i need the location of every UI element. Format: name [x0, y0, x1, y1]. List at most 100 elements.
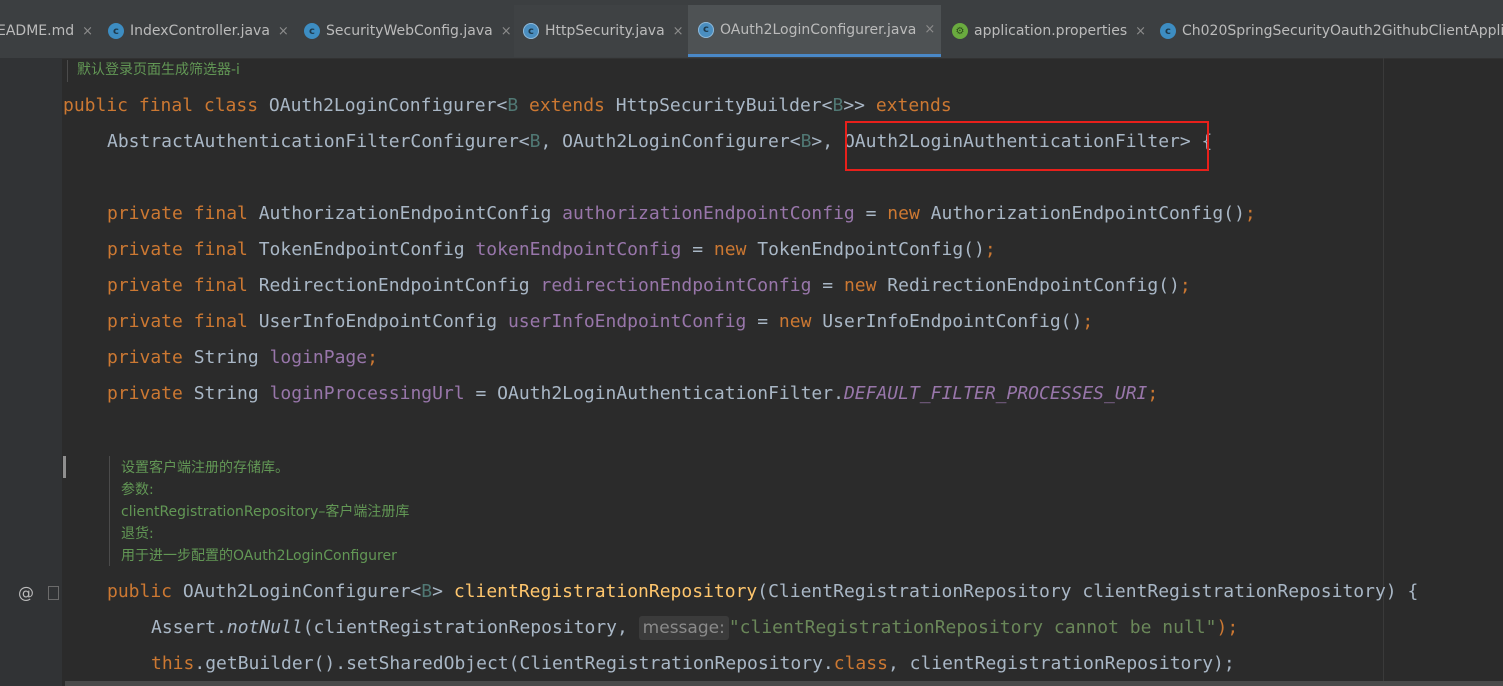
field-name: loginPage: [269, 347, 368, 368]
doc-line: 退货:: [121, 526, 154, 542]
type-name: AuthorizationEndpointConfig: [258, 203, 563, 224]
doc-line: 设置客户端注册的存储库。: [121, 460, 289, 476]
punct: >>: [843, 95, 876, 116]
java-class-icon: c: [108, 23, 124, 39]
type-name: , OAuth2LoginConfigurer<: [540, 131, 801, 152]
code-line-class-decl[interactable]: public final class OAuth2LoginConfigurer…: [63, 94, 952, 118]
method-name: clientRegistrationRepository: [453, 581, 758, 602]
tab-application-properties[interactable]: ⚙ application.properties ×: [952, 5, 1152, 57]
keyword: public final class: [63, 95, 269, 116]
punct: =: [746, 311, 779, 332]
keyword: new: [778, 311, 823, 332]
type-name: String: [193, 383, 270, 404]
code-line-field[interactable]: private String loginProcessingUrl = OAut…: [107, 382, 1158, 406]
code-line-statement[interactable]: this.getBuilder().setSharedObject(Client…: [151, 652, 1235, 676]
fold-toggle-icon[interactable]: [48, 586, 59, 600]
punct: );: [1216, 617, 1239, 638]
tab-http-security[interactable]: c HttpSecurity.java ×: [514, 5, 688, 57]
code-line-field[interactable]: private final AuthorizationEndpointConfi…: [107, 202, 1256, 226]
doc-comment-bar: [109, 456, 110, 566]
field-name: userInfoEndpointConfig: [507, 311, 747, 332]
expression: UserInfoEndpointConfig(): [822, 311, 1083, 332]
close-icon[interactable]: ×: [278, 24, 289, 39]
expression: RedirectionEndpointConfig(): [887, 275, 1180, 296]
tab-label: OAuth2LoginConfigurer.java: [720, 21, 917, 38]
java-class-icon: c: [304, 23, 320, 39]
doc-line: 用于进一步配置的OAuth2LoginConfigurer: [121, 548, 397, 564]
code-line-field[interactable]: private final RedirectionEndpointConfig …: [107, 274, 1191, 298]
code-line-field[interactable]: private final TokenEndpointConfig tokenE…: [107, 238, 996, 262]
type-name: String: [193, 347, 270, 368]
java-library-class-icon: c: [523, 23, 539, 39]
editor-tab-bar: EADME.md × c IndexController.java × c Se…: [0, 0, 1503, 59]
expression: , clientRegistrationRepository);: [887, 653, 1235, 674]
code-line-statement[interactable]: Assert.notNull(clientRegistrationReposit…: [151, 616, 1238, 640]
type-param: B: [832, 95, 844, 116]
keyword: private: [107, 347, 194, 368]
tab-readme[interactable]: EADME.md ×: [0, 5, 93, 57]
spring-properties-icon: ⚙: [952, 23, 968, 39]
type-name: OAuth2LoginConfigurer<: [182, 581, 422, 602]
tab-label: HttpSecurity.java: [545, 23, 665, 39]
keyword: private final: [107, 203, 259, 224]
spring-boot-app-icon: c: [1160, 23, 1176, 39]
expression: Assert.: [151, 617, 227, 638]
expression: OAuth2LoginAuthenticationFilter.: [497, 383, 844, 404]
type-param: B: [800, 131, 812, 152]
field-name: loginProcessingUrl: [269, 383, 465, 404]
tab-label: application.properties: [974, 23, 1128, 39]
tab-label: Ch020SpringSecurityOauth2GithubClientApp…: [1182, 23, 1503, 39]
semicolon: ;: [1179, 275, 1191, 296]
semicolon: ;: [1147, 383, 1159, 404]
tab-index-controller[interactable]: c IndexController.java ×: [108, 5, 298, 57]
expression: (clientRegistrationRepository,: [302, 617, 639, 638]
close-icon[interactable]: ×: [501, 24, 512, 39]
semicolon: ;: [1082, 311, 1094, 332]
code-line-field[interactable]: private String loginPage;: [107, 346, 378, 370]
code-line-field[interactable]: private final UserInfoEndpointConfig use…: [107, 310, 1093, 334]
text-cursor-marker: [63, 456, 66, 478]
close-icon[interactable]: ×: [82, 24, 93, 39]
field-name: redirectionEndpointConfig: [540, 275, 812, 296]
horizontal-scrollbar[interactable]: [65, 681, 1503, 686]
close-icon[interactable]: ×: [673, 24, 684, 39]
keyword: new: [887, 203, 931, 224]
highlight-box: [845, 121, 1209, 171]
tab-oauth2-login-configurer[interactable]: c OAuth2LoginConfigurer.java ×: [688, 5, 941, 57]
doc-line: clientRegistrationRepository–客户端注册库: [121, 504, 410, 520]
keyword: private final: [107, 275, 259, 296]
expression: .getBuilder().setSharedObject(ClientRegi…: [194, 653, 834, 674]
semicolon: ;: [984, 239, 996, 260]
close-icon[interactable]: ×: [924, 22, 935, 37]
punct: =: [464, 383, 498, 404]
keyword: extends: [875, 95, 952, 116]
field-name: tokenEndpointConfig: [475, 239, 682, 260]
tab-label: SecurityWebConfig.java: [326, 23, 493, 39]
tab-application-class[interactable]: c Ch020SpringSecurityOauth2GithubClientA…: [1160, 5, 1503, 57]
keyword: this: [151, 653, 195, 674]
keyword: new: [843, 275, 888, 296]
type-name: RedirectionEndpointConfig: [258, 275, 541, 296]
keyword: class: [833, 653, 888, 674]
keyword: private final: [107, 239, 259, 260]
java-library-class-icon: c: [698, 21, 714, 38]
override-marker-icon[interactable]: @: [18, 583, 34, 602]
punct: =: [681, 239, 714, 260]
doc-comment-bar: [67, 60, 68, 82]
tab-label: IndexController.java: [130, 23, 270, 39]
close-icon[interactable]: ×: [1135, 24, 1146, 39]
type-name: AbstractAuthenticationFilterConfigurer<: [107, 131, 530, 152]
expression: TokenEndpointConfig(): [757, 239, 985, 260]
semicolon: ;: [367, 347, 378, 368]
type-name: HttpSecurityBuilder<: [615, 95, 833, 116]
parameters: (ClientRegistrationRepository clientRegi…: [757, 581, 1419, 602]
field-name: authorizationEndpointConfig: [562, 203, 855, 224]
semicolon: ;: [1244, 203, 1256, 224]
punct: =: [854, 203, 888, 224]
tab-security-web-config[interactable]: c SecurityWebConfig.java ×: [304, 5, 514, 57]
keyword: private: [107, 383, 194, 404]
type-name: TokenEndpointConfig: [258, 239, 476, 260]
punct: >: [432, 581, 454, 602]
code-line-method-decl[interactable]: public OAuth2LoginConfigurer<B> clientRe…: [107, 580, 1418, 604]
keyword: private final: [107, 311, 259, 332]
